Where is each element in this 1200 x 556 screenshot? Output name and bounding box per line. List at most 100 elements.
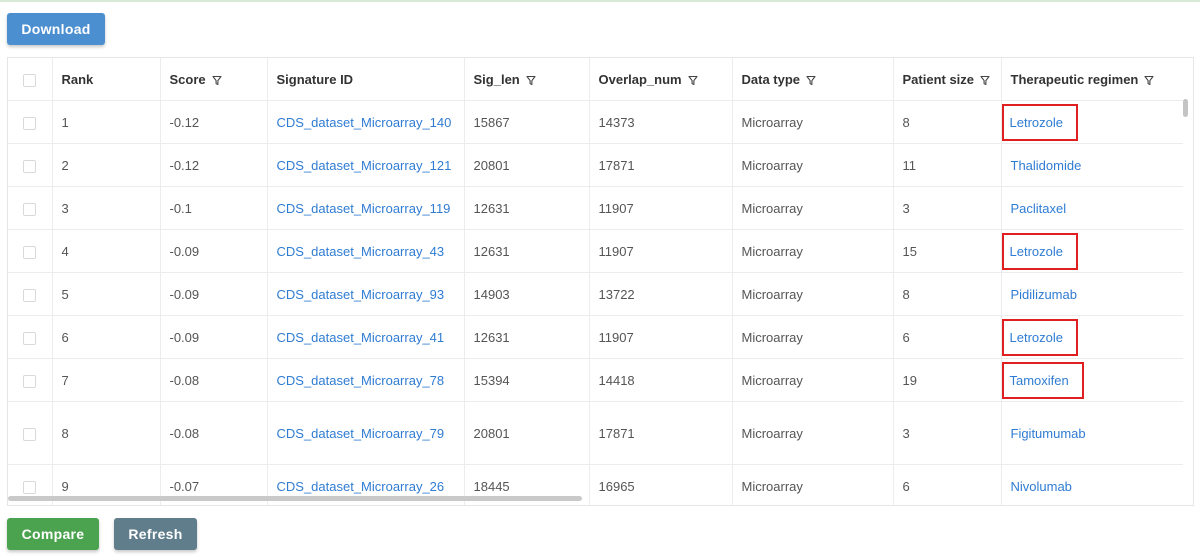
cell-rank: 4: [52, 229, 161, 273]
therapeutic-regimen-link[interactable]: Nivolumab: [1001, 464, 1183, 505]
row-select-cell: [8, 315, 53, 359]
column-label: Sig_len: [473, 71, 520, 87]
cell-overlap-num: 13722: [589, 272, 733, 316]
table-row: 3 -0.1 CDS_dataset_Microarray_119 12631 …: [8, 186, 1183, 230]
cell-score: -0.12: [160, 100, 268, 144]
cell-score: -0.09: [160, 315, 268, 359]
cell-overlap-num: 11907: [589, 229, 733, 273]
column-label: Data type: [741, 71, 801, 87]
vertical-scrollbar[interactable]: [1183, 99, 1188, 117]
therapeutic-regimen-link[interactable]: Letrozole: [1001, 232, 1078, 270]
column-header-therapeutic-regimen[interactable]: Therapeutic regimen: [1001, 58, 1183, 101]
cell-rank: 2: [52, 143, 161, 187]
therapeutic-regimen-link[interactable]: Pidilizumab: [1001, 272, 1183, 316]
filter-icon[interactable]: [1144, 75, 1154, 86]
signature-id-link[interactable]: CDS_dataset_Microarray_41: [267, 315, 465, 359]
signature-id-link[interactable]: CDS_dataset_Microarray_140: [267, 100, 465, 144]
table-row: 8 -0.08 CDS_dataset_Microarray_79 20801 …: [8, 401, 1183, 465]
row-checkbox[interactable]: [23, 331, 37, 345]
cell-overlap-num: 14418: [589, 358, 733, 402]
cell-overlap-num: 14373: [589, 100, 733, 144]
filter-icon[interactable]: [688, 75, 698, 86]
table-body: 1 -0.12 CDS_dataset_Microarray_140 15867…: [8, 100, 1183, 505]
row-checkbox[interactable]: [23, 374, 37, 388]
refresh-button[interactable]: Refresh: [114, 518, 197, 550]
column-header-rank[interactable]: Rank: [52, 58, 161, 101]
column-header-sig-len[interactable]: Sig_len: [464, 58, 590, 101]
row-select-cell: [8, 401, 53, 465]
column-header-patient-size[interactable]: Patient size: [893, 58, 1002, 101]
row-select-cell: [8, 229, 53, 273]
signature-id-link[interactable]: CDS_dataset_Microarray_79: [267, 401, 465, 465]
cell-rank: 8: [52, 401, 161, 465]
therapeutic-regimen-link[interactable]: Figitumumab: [1001, 401, 1183, 465]
column-label: Signature ID: [276, 71, 354, 87]
table-row: 5 -0.09 CDS_dataset_Microarray_93 14903 …: [8, 272, 1183, 316]
cell-overlap-num: 17871: [589, 143, 733, 187]
therapeutic-regimen-link[interactable]: Letrozole: [1001, 318, 1078, 356]
cell-sig-len: 15394: [464, 358, 590, 402]
cell-patient-size: 6: [893, 464, 1002, 505]
cell-data-type: Microarray: [732, 315, 894, 359]
row-checkbox[interactable]: [23, 159, 37, 173]
row-checkbox[interactable]: [23, 116, 37, 130]
filter-icon[interactable]: [806, 75, 816, 86]
cell-overlap-num: 11907: [589, 186, 733, 230]
column-header-overlap-num[interactable]: Overlap_num: [589, 58, 733, 101]
column-label: Overlap_num: [598, 71, 682, 87]
filter-icon[interactable]: [980, 75, 990, 86]
cell-patient-size: 8: [893, 272, 1002, 316]
column-header-signature-id[interactable]: Signature ID: [267, 58, 465, 101]
horizontal-scrollbar[interactable]: [8, 496, 582, 501]
therapeutic-regimen-cell: Letrozole: [1001, 315, 1183, 359]
cell-data-type: Microarray: [732, 143, 894, 187]
cell-data-type: Microarray: [732, 401, 894, 465]
cell-rank: 5: [52, 272, 161, 316]
row-select-cell: [8, 100, 53, 144]
filter-icon[interactable]: [212, 75, 222, 86]
signature-id-link[interactable]: CDS_dataset_Microarray_121: [267, 143, 465, 187]
row-select-cell: [8, 358, 53, 402]
cell-score: -0.09: [160, 229, 268, 273]
signature-id-link[interactable]: CDS_dataset_Microarray_93: [267, 272, 465, 316]
cell-rank: 1: [52, 100, 161, 144]
therapeutic-regimen-link[interactable]: Paclitaxel: [1001, 186, 1183, 230]
filter-icon[interactable]: [526, 75, 536, 86]
row-select-cell: [8, 272, 53, 316]
table-header-row: Rank Score Signature ID Sig_len Overlap_…: [8, 58, 1183, 101]
row-checkbox[interactable]: [23, 288, 37, 302]
select-all-checkbox[interactable]: [23, 73, 37, 87]
therapeutic-regimen-link[interactable]: Letrozole: [1001, 103, 1078, 141]
cell-sig-len: 12631: [464, 186, 590, 230]
signature-id-link[interactable]: CDS_dataset_Microarray_43: [267, 229, 465, 273]
column-label: Score: [169, 71, 206, 87]
row-checkbox[interactable]: [23, 427, 37, 441]
therapeutic-regimen-cell: Letrozole: [1001, 229, 1183, 273]
table-row: 4 -0.09 CDS_dataset_Microarray_43 12631 …: [8, 229, 1183, 273]
download-button[interactable]: Download: [7, 13, 105, 45]
cell-overlap-num: 11907: [589, 315, 733, 359]
therapeutic-regimen-link[interactable]: Thalidomide: [1001, 143, 1183, 187]
cell-data-type: Microarray: [732, 229, 894, 273]
cell-sig-len: 15867: [464, 100, 590, 144]
row-checkbox[interactable]: [23, 202, 37, 216]
compare-button[interactable]: Compare: [7, 518, 99, 550]
signature-id-link[interactable]: CDS_dataset_Microarray_119: [267, 186, 465, 230]
therapeutic-regimen-cell: Tamoxifen: [1001, 358, 1183, 402]
cell-score: -0.09: [160, 272, 268, 316]
signature-id-link[interactable]: CDS_dataset_Microarray_78: [267, 358, 465, 402]
therapeutic-regimen-link[interactable]: Tamoxifen: [1001, 361, 1084, 399]
column-header-score[interactable]: Score: [160, 58, 268, 101]
table-row: 2 -0.12 CDS_dataset_Microarray_121 20801…: [8, 143, 1183, 187]
row-checkbox[interactable]: [23, 480, 37, 494]
cell-rank: 6: [52, 315, 161, 359]
results-table: Rank Score Signature ID Sig_len Overlap_…: [7, 57, 1194, 506]
therapeutic-regimen-cell: Letrozole: [1001, 100, 1183, 144]
cell-data-type: Microarray: [732, 100, 894, 144]
cell-sig-len: 20801: [464, 401, 590, 465]
row-checkbox[interactable]: [23, 245, 37, 259]
cell-patient-size: 6: [893, 315, 1002, 359]
column-header-data-type[interactable]: Data type: [732, 58, 894, 101]
cell-sig-len: 20801: [464, 143, 590, 187]
table-row: 7 -0.08 CDS_dataset_Microarray_78 15394 …: [8, 358, 1183, 402]
